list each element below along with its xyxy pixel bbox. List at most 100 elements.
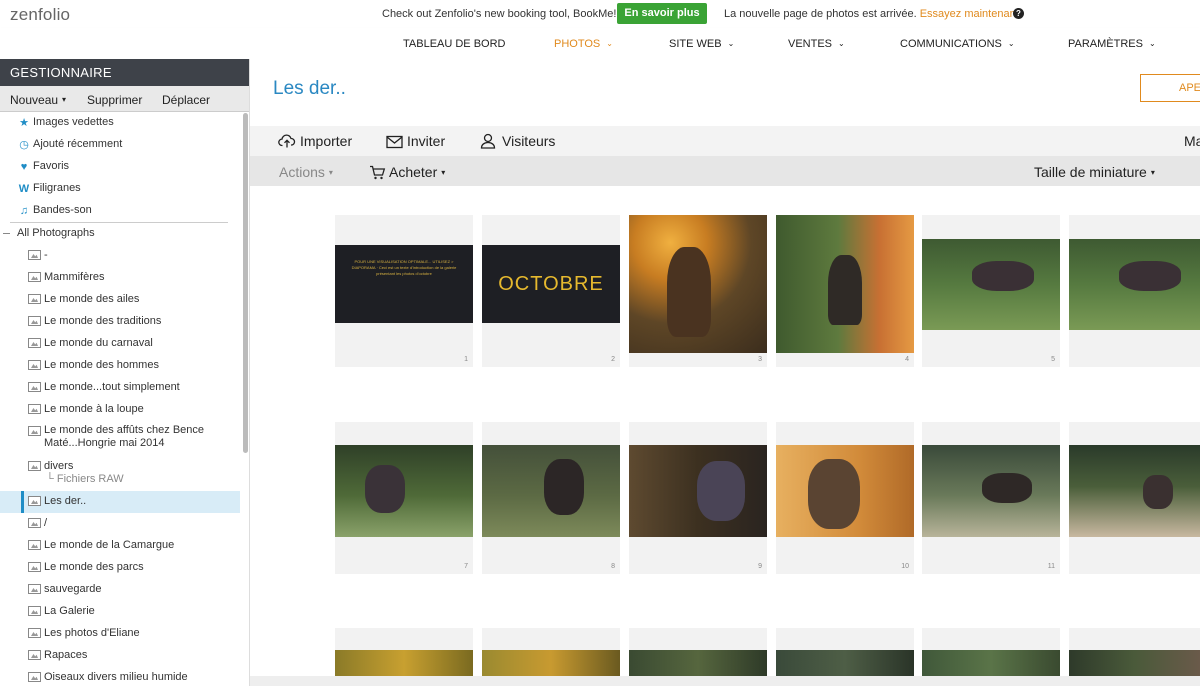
- gallery-label: divers: [44, 460, 74, 472]
- visitors-button[interactable]: Visiteurs: [480, 133, 555, 149]
- gallery-item[interactable]: Le monde...tout simplement: [0, 377, 240, 399]
- move-button[interactable]: Déplacer: [162, 93, 210, 107]
- photo-number: 5: [1051, 356, 1055, 363]
- chamois-photo: [482, 445, 620, 537]
- gallery-label: Oiseaux divers milieu humide: [44, 671, 188, 683]
- chamois-shape: [1119, 261, 1181, 291]
- photo-tile[interactable]: 10: [776, 422, 914, 574]
- invite-button[interactable]: Inviter: [386, 133, 445, 149]
- sidebar-scrollbar[interactable]: [243, 113, 248, 453]
- sidebar-item-favorites[interactable]: ♥ Favoris: [0, 156, 240, 178]
- gallery-label: Le monde des parcs: [44, 561, 144, 573]
- learn-more-button[interactable]: En savoir plus: [617, 3, 707, 24]
- nav-website[interactable]: SITE WEB ⌄: [669, 38, 734, 50]
- gallery-item[interactable]: sauvegarde: [0, 579, 240, 601]
- clock-icon: ◷: [19, 139, 29, 151]
- gallery-label: Le monde des ailes: [44, 293, 140, 305]
- photo-tile[interactable]: 8: [482, 422, 620, 574]
- chamois-shape: [972, 261, 1034, 291]
- nav-photos[interactable]: PHOTOS ⌄: [554, 38, 613, 50]
- gallery-icon: [28, 606, 41, 616]
- gallery-label: Les der..: [44, 495, 87, 507]
- nav-settings[interactable]: PARAMÈTRES ⌄: [1068, 38, 1156, 50]
- photo-tile[interactable]: 5: [922, 215, 1060, 367]
- promo-bar: zenfolio Check out Zenfolio's new bookin…: [0, 0, 1200, 28]
- zenfolio-logo[interactable]: zenfolio: [10, 5, 70, 25]
- delete-button[interactable]: Supprimer: [87, 93, 142, 107]
- chamois-shape: [828, 255, 862, 325]
- photo-tile[interactable]: 7: [335, 422, 473, 574]
- gallery-item-selected[interactable]: Les der..: [0, 491, 240, 513]
- sidebar-item-watermarks[interactable]: W Filigranes: [0, 178, 240, 200]
- cart-icon: [370, 165, 386, 180]
- chamois-photo: [776, 215, 914, 353]
- nav-dashboard[interactable]: TABLEAU DE BORD: [403, 38, 506, 50]
- photo-tile[interactable]: 3: [629, 215, 767, 367]
- help-icon[interactable]: ?: [1013, 8, 1024, 19]
- sidebar-item-soundtracks[interactable]: ♫ Bandes-son: [0, 200, 240, 222]
- gallery-icon: [28, 650, 41, 660]
- actions-dropdown[interactable]: Actions ▾: [279, 164, 333, 180]
- gallery-item[interactable]: La Galerie: [0, 601, 240, 623]
- nav-label: PHOTOS: [554, 38, 601, 50]
- sidebar-item-label: Favoris: [33, 160, 70, 172]
- chamois-photo: [922, 445, 1060, 537]
- photo-tile[interactable]: 9: [629, 422, 767, 574]
- more-button[interactable]: Ma: [1184, 133, 1200, 149]
- gallery-label: Rapaces: [44, 649, 88, 661]
- gallery-item[interactable]: Mammifères: [0, 267, 240, 289]
- gallery-item[interactable]: Les photos d'Eliane: [0, 623, 240, 645]
- gallery-item[interactable]: Oiseaux divers milieu humide: [0, 667, 240, 686]
- nav-communications[interactable]: COMMUNICATIONS ⌄: [900, 38, 1015, 50]
- gallery-item[interactable]: -: [0, 245, 240, 267]
- nav-label: VENTES: [788, 38, 833, 50]
- subgallery-item[interactable]: └ Fichiers RAW: [46, 473, 124, 485]
- gallery-item[interactable]: /: [0, 513, 240, 535]
- photo-tile[interactable]: 6: [1069, 215, 1200, 367]
- chamois-photo: [1069, 239, 1200, 330]
- sidebar-item-label: All Photographs: [17, 227, 95, 239]
- try-now-link[interactable]: Essayez maintenant.: [920, 8, 1022, 20]
- thumbnail-size-dropdown[interactable]: Taille de miniature ▾: [1034, 164, 1155, 180]
- gallery-label: La Galerie: [44, 605, 95, 617]
- nav-sales[interactable]: VENTES ⌄: [788, 38, 845, 50]
- gallery-toolbar: Importer Inviter Visiteurs Ma: [250, 126, 1200, 156]
- gallery-label: Le monde du carnaval: [44, 337, 153, 349]
- gallery-item[interactable]: Le monde du carnaval: [0, 333, 240, 355]
- cloud-upload-icon: [278, 134, 296, 148]
- photo-number: 2: [611, 356, 615, 363]
- gallery-item[interactable]: Le monde des hommes: [0, 355, 240, 377]
- gallery-label: Le monde des affûts chez Bence Maté...Hon…: [44, 424, 204, 450]
- sidebar-item-recent[interactable]: ◷ Ajouté récemment: [0, 134, 240, 156]
- gallery-item[interactable]: Rapaces: [0, 645, 240, 667]
- buy-dropdown[interactable]: Acheter ▾: [369, 164, 445, 180]
- actions-toolbar: Actions ▾ Acheter ▾ Taille de miniature ▾: [250, 156, 1200, 186]
- gallery-icon: [28, 338, 41, 348]
- gallery-item[interactable]: Le monde des traditions: [0, 311, 240, 333]
- gallery-item[interactable]: Le monde de la Camargue: [0, 535, 240, 557]
- gallery-icon: [28, 426, 41, 436]
- envelope-icon: [386, 135, 403, 149]
- photo-number: 9: [758, 563, 762, 570]
- photo-tile[interactable]: POUR UNE VISUALISATION OPTIMALE... UTILI…: [335, 215, 473, 367]
- photo-tile[interactable]: OCTOBRE 2: [482, 215, 620, 367]
- nav-label: PARAMÈTRES: [1068, 38, 1143, 50]
- preview-button[interactable]: APERÇU: [1140, 74, 1200, 102]
- gallery-icon: [28, 316, 41, 326]
- gallery-icon: [28, 360, 41, 370]
- photo-tile[interactable]: 4: [776, 215, 914, 367]
- gallery-item[interactable]: Le monde à la loupe: [0, 399, 240, 421]
- sidebar-item-all-photographs[interactable]: All Photographs: [0, 223, 240, 245]
- import-button[interactable]: Importer: [278, 133, 352, 149]
- new-button[interactable]: Nouveau ▾: [10, 93, 66, 107]
- photo-tile[interactable]: 11: [922, 422, 1060, 574]
- sidebar-item-label: Filigranes: [33, 182, 81, 194]
- photo-tile[interactable]: 12: [1069, 422, 1200, 574]
- gallery-item[interactable]: Le monde des parcs: [0, 557, 240, 579]
- gallery-item[interactable]: Le monde des affûts chez Bence Maté...Hon…: [0, 421, 240, 456]
- watermark-icon: W: [18, 183, 30, 195]
- sidebar-item-featured[interactable]: ★ Images vedettes: [0, 112, 240, 134]
- gallery-label: Le monde à la loupe: [44, 403, 144, 415]
- gallery-item[interactable]: Le monde des ailes: [0, 289, 240, 311]
- collapse-icon[interactable]: [3, 233, 10, 234]
